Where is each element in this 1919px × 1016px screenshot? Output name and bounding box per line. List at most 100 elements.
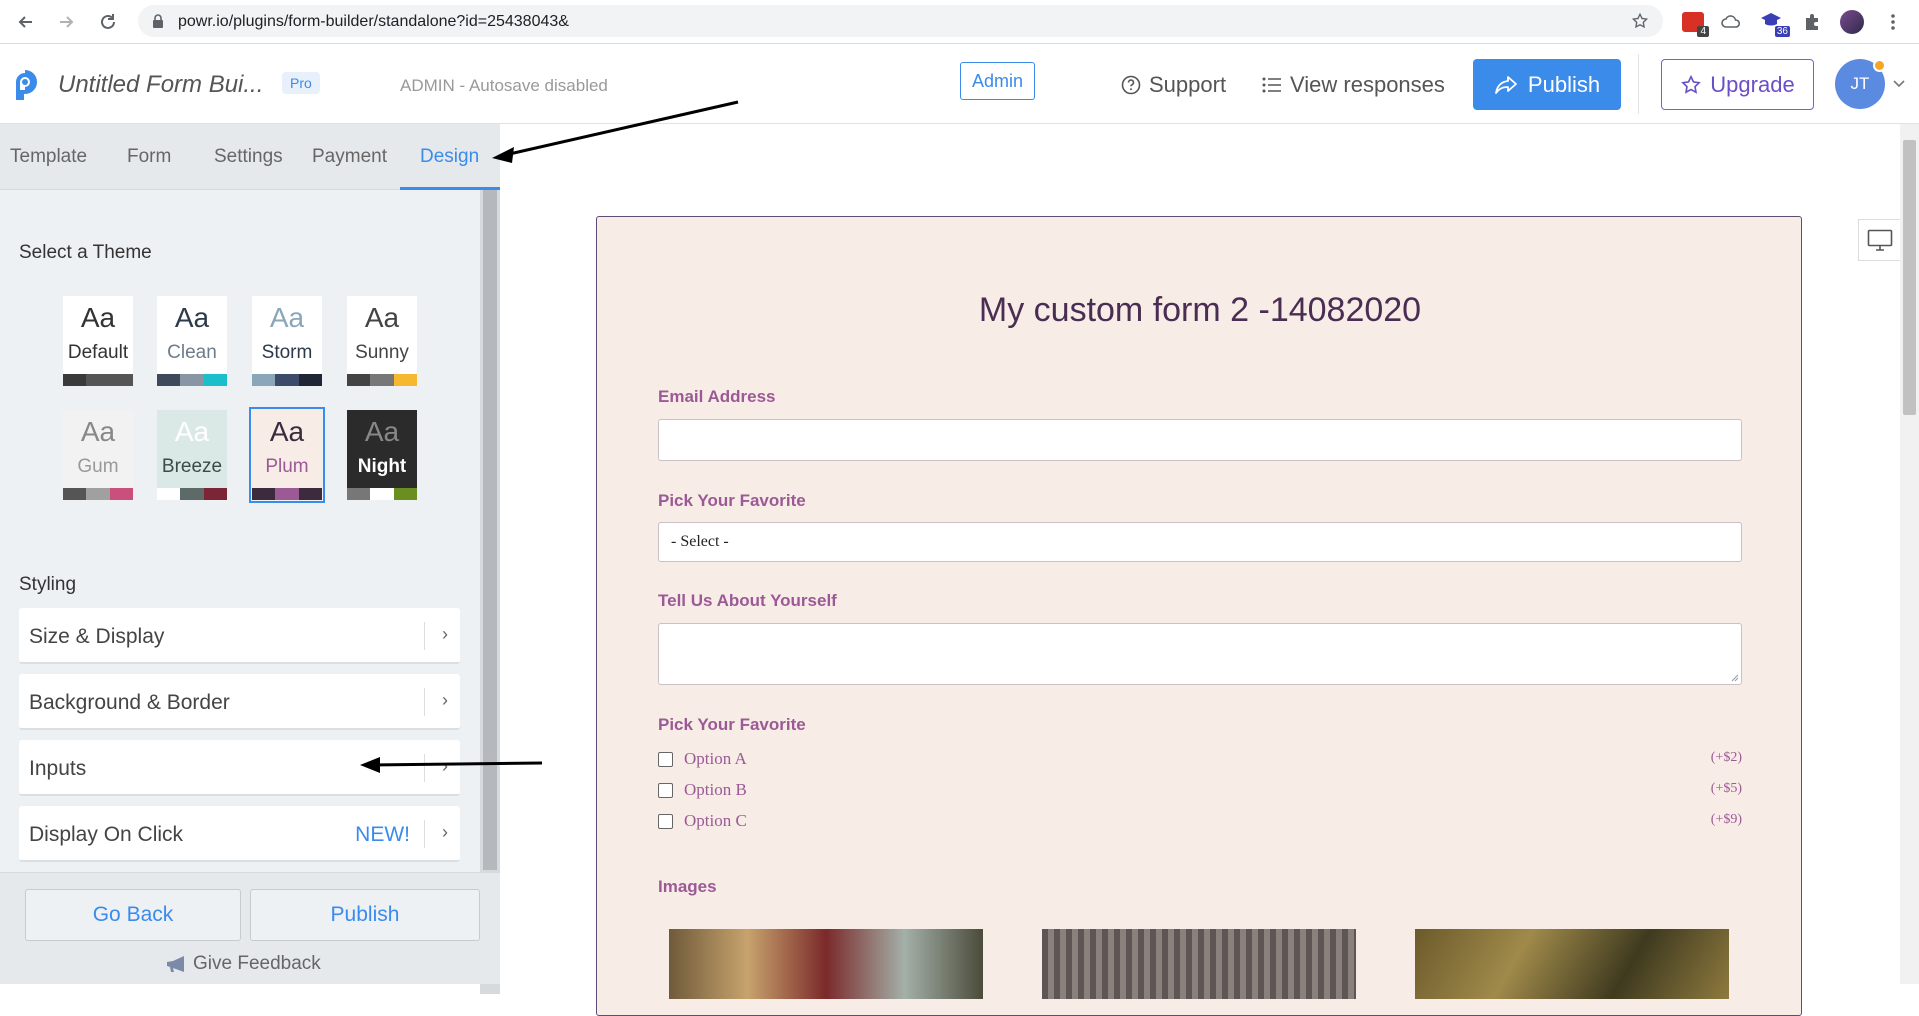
favorite-select[interactable]: - Select - xyxy=(658,522,1742,562)
form-title[interactable]: Untitled Form Bui... xyxy=(58,71,263,99)
extension-badge-count: 36 xyxy=(1774,26,1790,37)
option-price: (+$2) xyxy=(1710,750,1742,765)
color-swatch xyxy=(347,374,371,386)
row-divider xyxy=(424,622,425,650)
theme-swatches xyxy=(157,374,227,386)
help-circle-icon xyxy=(1121,75,1141,95)
powr-logo-icon[interactable] xyxy=(12,70,38,100)
theme-name: Default xyxy=(67,342,129,363)
color-swatch xyxy=(252,374,276,386)
footer-publish-button[interactable]: Publish xyxy=(250,889,480,941)
forward-arrow-icon xyxy=(60,16,74,28)
option-checkbox[interactable] xyxy=(658,814,673,829)
row-divider xyxy=(424,754,425,782)
pick-favorite-options-label: Pick Your Favorite xyxy=(658,715,806,734)
styling-row-size-display[interactable]: Size & Display › xyxy=(19,608,460,664)
theme-preview-text: Aa xyxy=(80,416,116,447)
color-swatch xyxy=(109,374,133,386)
image-thumbnail[interactable] xyxy=(1415,929,1729,999)
upgrade-button[interactable]: Upgrade xyxy=(1661,59,1814,110)
theme-night[interactable]: Aa Night xyxy=(347,410,417,500)
publish-button[interactable]: Publish xyxy=(1473,59,1621,110)
theme-name: Sunny xyxy=(355,342,409,363)
theme-preview-text: Aa xyxy=(364,302,400,333)
tab-settings[interactable]: Settings xyxy=(214,146,283,168)
about-yourself-textarea[interactable] xyxy=(658,623,1742,685)
theme-swatches xyxy=(252,374,322,386)
resize-handle-icon[interactable] xyxy=(1729,672,1739,682)
styling-row-background-border[interactable]: Background & Border › xyxy=(19,674,460,730)
color-swatch xyxy=(298,488,322,500)
tab-design[interactable]: Design xyxy=(420,146,479,168)
color-swatch xyxy=(275,374,299,386)
styling-row-label: Size & Display xyxy=(29,625,165,648)
about-yourself-label: Tell Us About Yourself xyxy=(658,591,837,610)
back-button[interactable] xyxy=(12,8,40,36)
option-label[interactable]: Option B xyxy=(684,780,747,800)
desktop-view-button[interactable] xyxy=(1858,219,1900,261)
theme-name: Night xyxy=(357,456,407,477)
go-back-button[interactable]: Go Back xyxy=(25,889,241,941)
chevron-right-icon: › xyxy=(442,690,448,710)
extensions-puzzle-icon[interactable] xyxy=(1799,9,1825,35)
extension-cloud-icon[interactable] xyxy=(1718,9,1744,35)
option-checkbox[interactable] xyxy=(658,783,673,798)
image-thumbnail[interactable] xyxy=(1042,929,1356,999)
option-row: Option B (+$5) xyxy=(658,779,1742,803)
theme-gum[interactable]: Aa Gum xyxy=(63,410,133,500)
tab-payment[interactable]: Payment xyxy=(312,146,387,168)
color-swatch xyxy=(393,374,417,386)
theme-swatches xyxy=(252,488,322,500)
option-label[interactable]: Option A xyxy=(684,749,747,769)
profile-avatar-icon[interactable] xyxy=(1839,9,1865,35)
theme-preview-text: Aa xyxy=(174,302,210,333)
bookmark-star-icon[interactable] xyxy=(1631,12,1649,30)
theme-sunny[interactable]: Aa Sunny xyxy=(347,296,417,386)
theme-clean[interactable]: Aa Clean xyxy=(157,296,227,386)
browser-menu-icon[interactable] xyxy=(1880,9,1906,35)
support-link[interactable]: Support xyxy=(1121,72,1226,98)
editor-tabs: Template Form Settings Payment Design xyxy=(0,124,500,190)
form-heading: My custom form 2 -14082020 xyxy=(978,291,1422,329)
forward-button[interactable] xyxy=(52,8,80,36)
reload-button[interactable] xyxy=(94,8,122,36)
styling-row-label: Background & Border xyxy=(29,691,230,714)
color-swatch xyxy=(370,488,394,500)
option-checkbox[interactable] xyxy=(658,752,673,767)
admin-button[interactable]: Admin xyxy=(960,62,1036,100)
extension-todo-icon[interactable]: 4 xyxy=(1680,9,1709,37)
chevron-down-icon[interactable] xyxy=(1893,80,1905,88)
option-row: Option C (+$9) xyxy=(658,810,1742,834)
row-divider xyxy=(424,688,425,716)
tab-template[interactable]: Template xyxy=(10,146,87,168)
lock-icon xyxy=(153,14,163,28)
image-thumbnail[interactable] xyxy=(669,929,983,999)
theme-preview-text: Aa xyxy=(80,302,116,333)
form-card: My custom form 2 -14082020 Email Address… xyxy=(596,216,1802,1016)
option-label[interactable]: Option C xyxy=(684,811,747,831)
chevron-right-icon: › xyxy=(442,624,448,644)
theme-preview-text: Aa xyxy=(174,416,210,447)
theme-default[interactable]: Aa Default xyxy=(63,296,133,386)
pick-favorite-label: Pick Your Favorite xyxy=(658,491,806,510)
give-feedback-link[interactable]: Give Feedback xyxy=(165,953,321,975)
color-swatch xyxy=(63,374,87,386)
address-bar[interactable]: powr.io/plugins/form-builder/standalone?… xyxy=(138,5,1663,37)
theme-breeze[interactable]: Aa Breeze xyxy=(157,410,227,500)
styling-section-title: Styling xyxy=(19,574,77,595)
theme-name: Gum xyxy=(77,456,119,477)
styling-row-inputs[interactable]: Inputs › xyxy=(19,740,460,796)
view-responses-link[interactable]: View responses xyxy=(1262,72,1445,98)
tab-form[interactable]: Form xyxy=(127,146,171,168)
preview-scrollbar-thumb[interactable] xyxy=(1903,140,1916,415)
extension-graduation-icon[interactable]: 36 xyxy=(1758,9,1790,37)
avatar-initials: JT xyxy=(1850,74,1870,93)
theme-plum[interactable]: Aa Plum xyxy=(249,407,325,503)
styling-row-display-on-click[interactable]: Display On Click NEW! › xyxy=(19,806,460,862)
email-input[interactable] xyxy=(658,419,1742,461)
extension-badge-count: 4 xyxy=(1697,26,1709,37)
chevron-right-icon: › xyxy=(442,822,448,842)
theme-storm[interactable]: Aa Storm xyxy=(252,296,322,386)
option-row: Option A (+$2) xyxy=(658,748,1742,772)
panel-scrollbar-thumb[interactable] xyxy=(483,190,497,870)
